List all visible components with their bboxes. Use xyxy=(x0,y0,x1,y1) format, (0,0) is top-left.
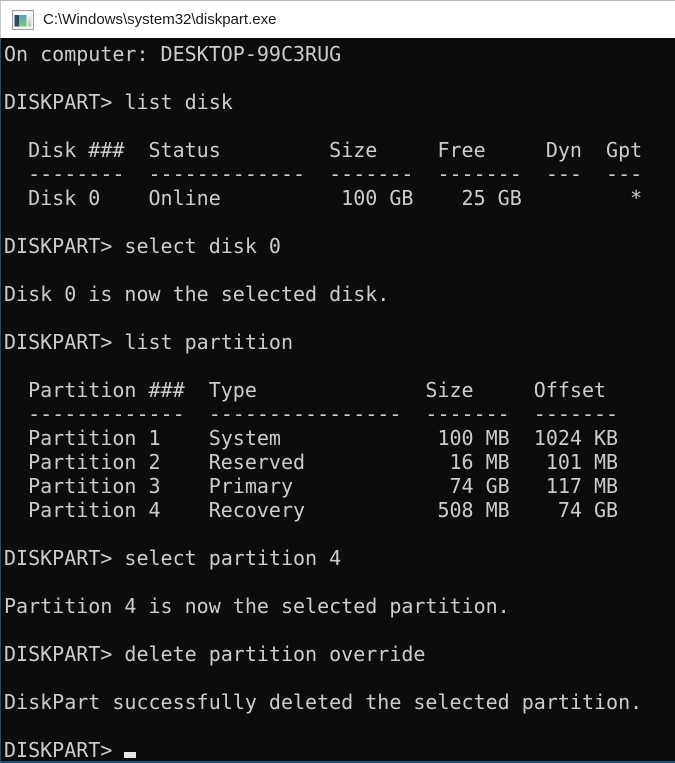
console-line xyxy=(4,522,675,546)
console-line xyxy=(4,258,675,282)
console-line: Partition 3 Primary 74 GB 117 MB xyxy=(4,474,675,498)
console-line: Disk ### Status Size Free Dyn Gpt xyxy=(4,138,675,162)
console-line: On computer: DESKTOP-99C3RUG xyxy=(4,42,675,66)
console-output: On computer: DESKTOP-99C3RUG DISKPART> li… xyxy=(4,42,675,762)
console-line: ------------- ---------------- ------- -… xyxy=(4,402,675,426)
console-line: Partition 2 Reserved 16 MB 101 MB xyxy=(4,450,675,474)
prompt-line: DISKPART> xyxy=(4,738,675,762)
console-line: DiskPart successfully deleted the select… xyxy=(4,690,675,714)
console-line xyxy=(4,354,675,378)
console-line xyxy=(4,114,675,138)
console-line: -------- ------------- ------- ------- -… xyxy=(4,162,675,186)
console-line xyxy=(4,618,675,642)
console-line: Partition 4 Recovery 508 MB 74 GB xyxy=(4,498,675,522)
text-cursor xyxy=(124,752,136,758)
console-line xyxy=(4,714,675,738)
console-line: Partition ### Type Size Offset xyxy=(4,378,675,402)
console-line: DISKPART> list partition xyxy=(4,330,675,354)
console-line xyxy=(4,66,675,90)
title-bar[interactable]: C:\Windows\system32\diskpart.exe xyxy=(0,1,675,38)
diskpart-window: C:\Windows\system32\diskpart.exe On comp… xyxy=(0,0,675,763)
console-line: Disk 0 Online 100 GB 25 GB * xyxy=(4,186,675,210)
console-line: DISKPART> select partition 4 xyxy=(4,546,675,570)
console-app-icon[interactable] xyxy=(12,10,34,30)
window-title: C:\Windows\system32\diskpart.exe xyxy=(43,11,276,28)
console-line: Disk 0 is now the selected disk. xyxy=(4,282,675,306)
console-line: Partition 4 is now the selected partitio… xyxy=(4,594,675,618)
console-line: DISKPART> list disk xyxy=(4,90,675,114)
console-line: DISKPART> delete partition override xyxy=(4,642,675,666)
console-line: Partition 1 System 100 MB 1024 KB xyxy=(4,426,675,450)
console-line: DISKPART> select disk 0 xyxy=(4,234,675,258)
console-line xyxy=(4,666,675,690)
console-line xyxy=(4,306,675,330)
console-area[interactable]: On computer: DESKTOP-99C3RUG DISKPART> li… xyxy=(0,38,675,763)
console-line xyxy=(4,210,675,234)
console-line xyxy=(4,570,675,594)
